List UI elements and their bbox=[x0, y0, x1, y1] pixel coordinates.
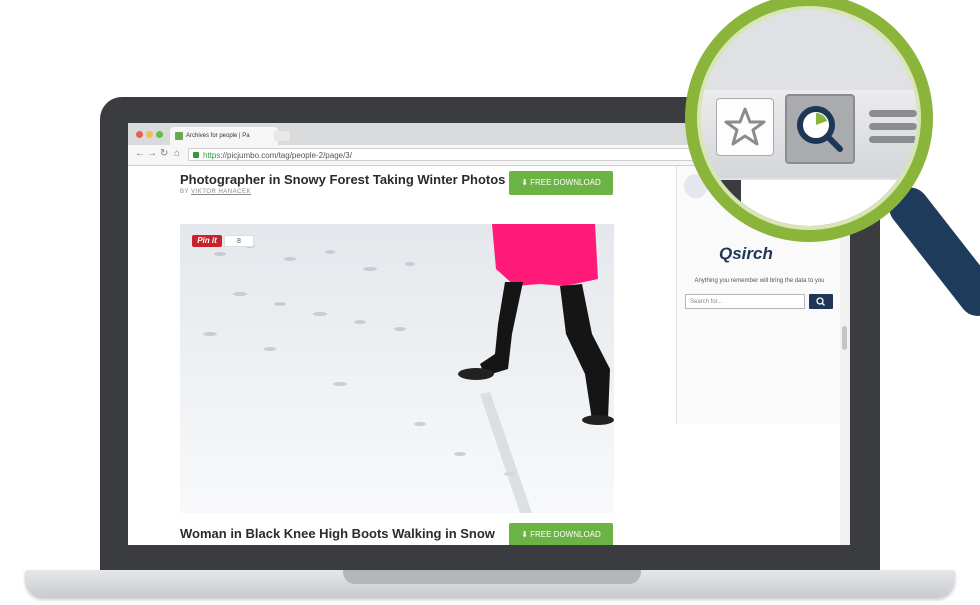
free-download-button[interactable]: ⬇ FREE DOWNLOAD bbox=[509, 523, 613, 545]
post-title[interactable]: Woman in Black Knee High Boots Walking i… bbox=[180, 526, 495, 541]
free-download-button[interactable]: ⬇ FREE DOWNLOAD bbox=[509, 171, 613, 195]
qsirch-logo: Qsirch bbox=[719, 244, 773, 263]
magnifier-ring bbox=[685, 0, 933, 242]
magnified-popup bbox=[741, 180, 901, 226]
forward-arrow-icon[interactable]: → bbox=[147, 148, 157, 159]
scrollbar-thumb[interactable] bbox=[842, 326, 847, 350]
home-icon[interactable]: ⌂ bbox=[174, 148, 180, 159]
snow-walker-image bbox=[180, 224, 614, 513]
magnifier-lens bbox=[697, 6, 921, 230]
search-icon bbox=[816, 297, 825, 306]
post-photo[interactable]: Pin it 8 bbox=[180, 224, 614, 513]
bookmark-star-icon[interactable] bbox=[716, 98, 774, 156]
search-input[interactable]: Search for... bbox=[685, 294, 805, 309]
qsirch-extension-icon[interactable] bbox=[785, 94, 855, 164]
url-scheme: https bbox=[203, 151, 221, 160]
post-byline: BY VIKTOR HANACEK bbox=[180, 189, 251, 195]
laptop-notch bbox=[343, 570, 641, 584]
browser-tab[interactable]: Archives for people | Pa bbox=[170, 127, 278, 145]
author-link[interactable]: VIKTOR HANACEK bbox=[191, 189, 251, 195]
extension-tagline: Anything you remember will bring the dat… bbox=[694, 278, 825, 284]
minimize-window-button[interactable] bbox=[146, 131, 153, 138]
download-label: FREE DOWNLOAD bbox=[530, 178, 601, 187]
close-window-button[interactable] bbox=[136, 131, 143, 138]
reload-icon[interactable]: ↻ bbox=[160, 148, 168, 159]
address-bar[interactable]: https://picjumbo.com/tag/people-2/page/3… bbox=[188, 148, 768, 161]
pin-count: 8 bbox=[224, 235, 254, 247]
download-icon: ⬇ bbox=[521, 178, 528, 187]
post-title[interactable]: Photographer in Snowy Forest Taking Wint… bbox=[180, 172, 505, 187]
new-tab-button[interactable] bbox=[274, 131, 290, 141]
hamburger-menu-icon[interactable] bbox=[869, 110, 917, 150]
tab-title: Archives for people | Pa bbox=[186, 133, 250, 139]
back-arrow-icon[interactable]: ← bbox=[135, 148, 145, 159]
search-button[interactable] bbox=[809, 294, 833, 309]
site-favicon-icon bbox=[175, 132, 183, 140]
zoom-window-button[interactable] bbox=[156, 131, 163, 138]
search-placeholder: Search for... bbox=[690, 299, 723, 305]
lock-icon bbox=[193, 152, 199, 158]
download-icon: ⬇ bbox=[521, 530, 528, 539]
pinterest-pin-button[interactable]: Pin it bbox=[192, 235, 222, 247]
byline-prefix: BY bbox=[180, 189, 189, 195]
url-path: ://picjumbo.com/tag/people-2/page/3/ bbox=[220, 151, 352, 160]
download-label: FREE DOWNLOAD bbox=[530, 530, 601, 539]
